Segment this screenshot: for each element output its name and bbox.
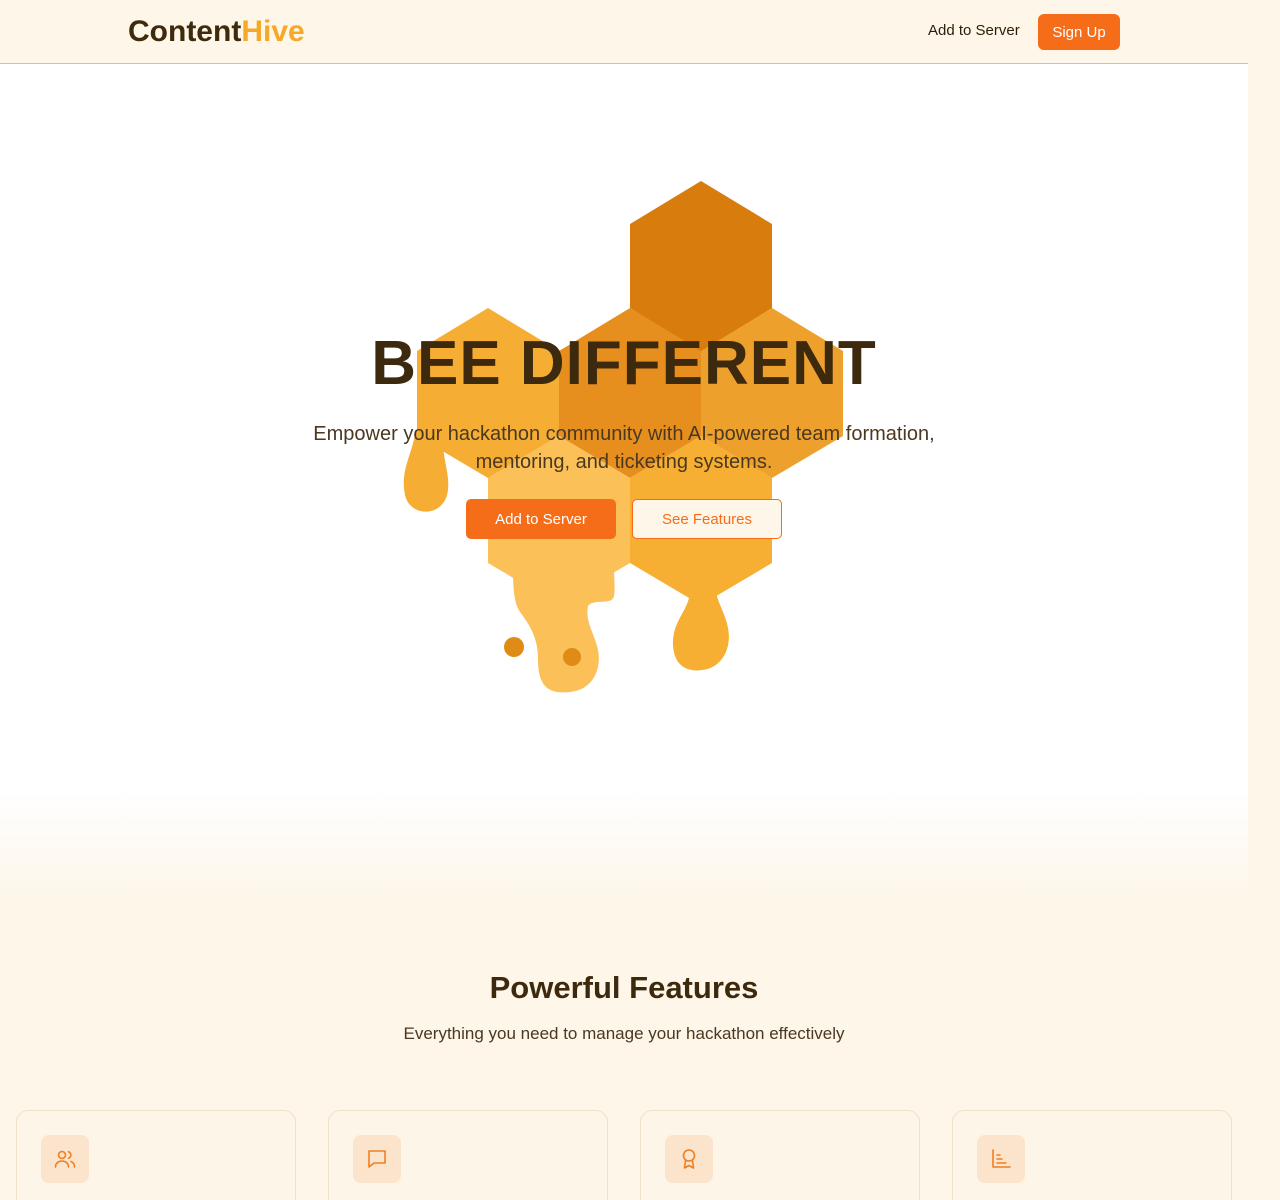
scrollbar-track[interactable] xyxy=(1248,0,1280,1200)
feature-card xyxy=(16,1110,296,1200)
feature-card xyxy=(640,1110,920,1200)
features-title: Powerful Features xyxy=(489,970,759,1005)
message-icon xyxy=(353,1135,401,1183)
honey-drip-right xyxy=(672,590,729,671)
honeycomb-illustration xyxy=(403,181,843,693)
hero-subtitle: Empower your hackathon community with AI… xyxy=(313,423,935,473)
feature-card xyxy=(328,1110,608,1200)
see-features-button[interactable]: See Features xyxy=(632,499,782,539)
hero-title: BEE DIFFERENT xyxy=(371,329,877,398)
feature-card xyxy=(952,1110,1232,1200)
honey-droplet xyxy=(504,637,524,657)
honey-droplet xyxy=(563,648,581,666)
add-to-server-button[interactable]: Add to Server xyxy=(466,499,616,539)
bar-chart-icon xyxy=(977,1135,1025,1183)
honey-drip-center xyxy=(512,565,616,693)
features-subtitle: Everything you need to manage your hacka… xyxy=(403,1024,845,1043)
page: ContentHive Add to Server Sign Up BEE DI… xyxy=(0,0,1248,1200)
users-icon xyxy=(41,1135,89,1183)
award-icon xyxy=(665,1135,713,1183)
